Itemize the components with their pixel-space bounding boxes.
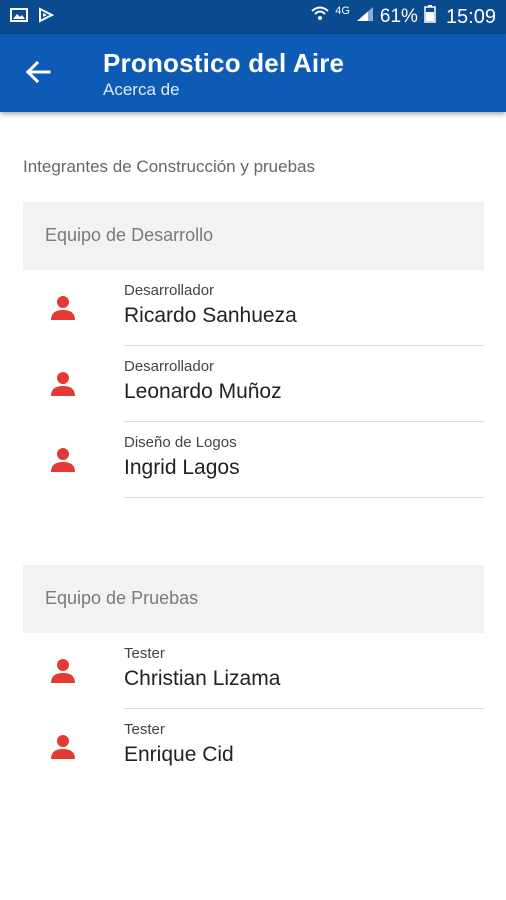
section-heading: Integrantes de Construcción y pruebas bbox=[23, 157, 316, 176]
person-icon bbox=[50, 371, 76, 397]
member-name: Leonardo Muñoz bbox=[124, 380, 282, 403]
list-item[interactable]: Tester Enrique Cid bbox=[23, 709, 484, 785]
clock: 15:09 bbox=[445, 5, 496, 28]
list-item[interactable]: Desarrollador Leonardo Muñoz bbox=[23, 346, 484, 422]
arrow-left-icon bbox=[25, 60, 51, 89]
person-icon bbox=[50, 295, 76, 321]
member-role: Tester bbox=[124, 645, 165, 662]
member-role: Desarrollador bbox=[124, 282, 215, 299]
group-header-development: Equipo de Desarrollo bbox=[23, 202, 484, 270]
member-name: Ricardo Sanhueza bbox=[124, 304, 297, 327]
list-item[interactable]: Tester Christian Lizama bbox=[23, 633, 484, 709]
list-item[interactable]: Desarrollador Ricardo Sanhueza bbox=[23, 270, 484, 346]
person-icon bbox=[50, 734, 76, 760]
back-button[interactable] bbox=[16, 54, 60, 94]
battery-percent: 61% bbox=[379, 6, 418, 27]
member-name: Ingrid Lagos bbox=[124, 456, 240, 479]
app-bar: Pronostico del Aire Acerca de bbox=[0, 34, 506, 112]
divider bbox=[124, 497, 484, 498]
person-icon bbox=[50, 658, 76, 684]
list-item[interactable]: Diseño de Logos Ingrid Lagos bbox=[23, 422, 484, 498]
gallery-notification-icon bbox=[10, 7, 28, 28]
page-subtitle: Acerca de bbox=[103, 80, 180, 99]
person-icon bbox=[50, 447, 76, 473]
wifi-icon bbox=[311, 6, 329, 28]
member-role: Desarrollador bbox=[124, 358, 215, 375]
member-role: Diseño de Logos bbox=[124, 434, 237, 451]
battery-icon bbox=[424, 5, 436, 29]
play-store-notification-icon bbox=[38, 6, 55, 28]
signal-icon bbox=[356, 6, 374, 28]
network-type-label: 4G bbox=[335, 5, 350, 17]
status-bar: 4G 61% 15:09 bbox=[0, 0, 506, 34]
member-role: Tester bbox=[124, 721, 165, 738]
page-title: Pronostico del Aire bbox=[103, 48, 345, 78]
member-name: Enrique Cid bbox=[124, 743, 234, 766]
group-header-testing: Equipo de Pruebas bbox=[23, 565, 484, 633]
member-name: Christian Lizama bbox=[124, 667, 281, 690]
